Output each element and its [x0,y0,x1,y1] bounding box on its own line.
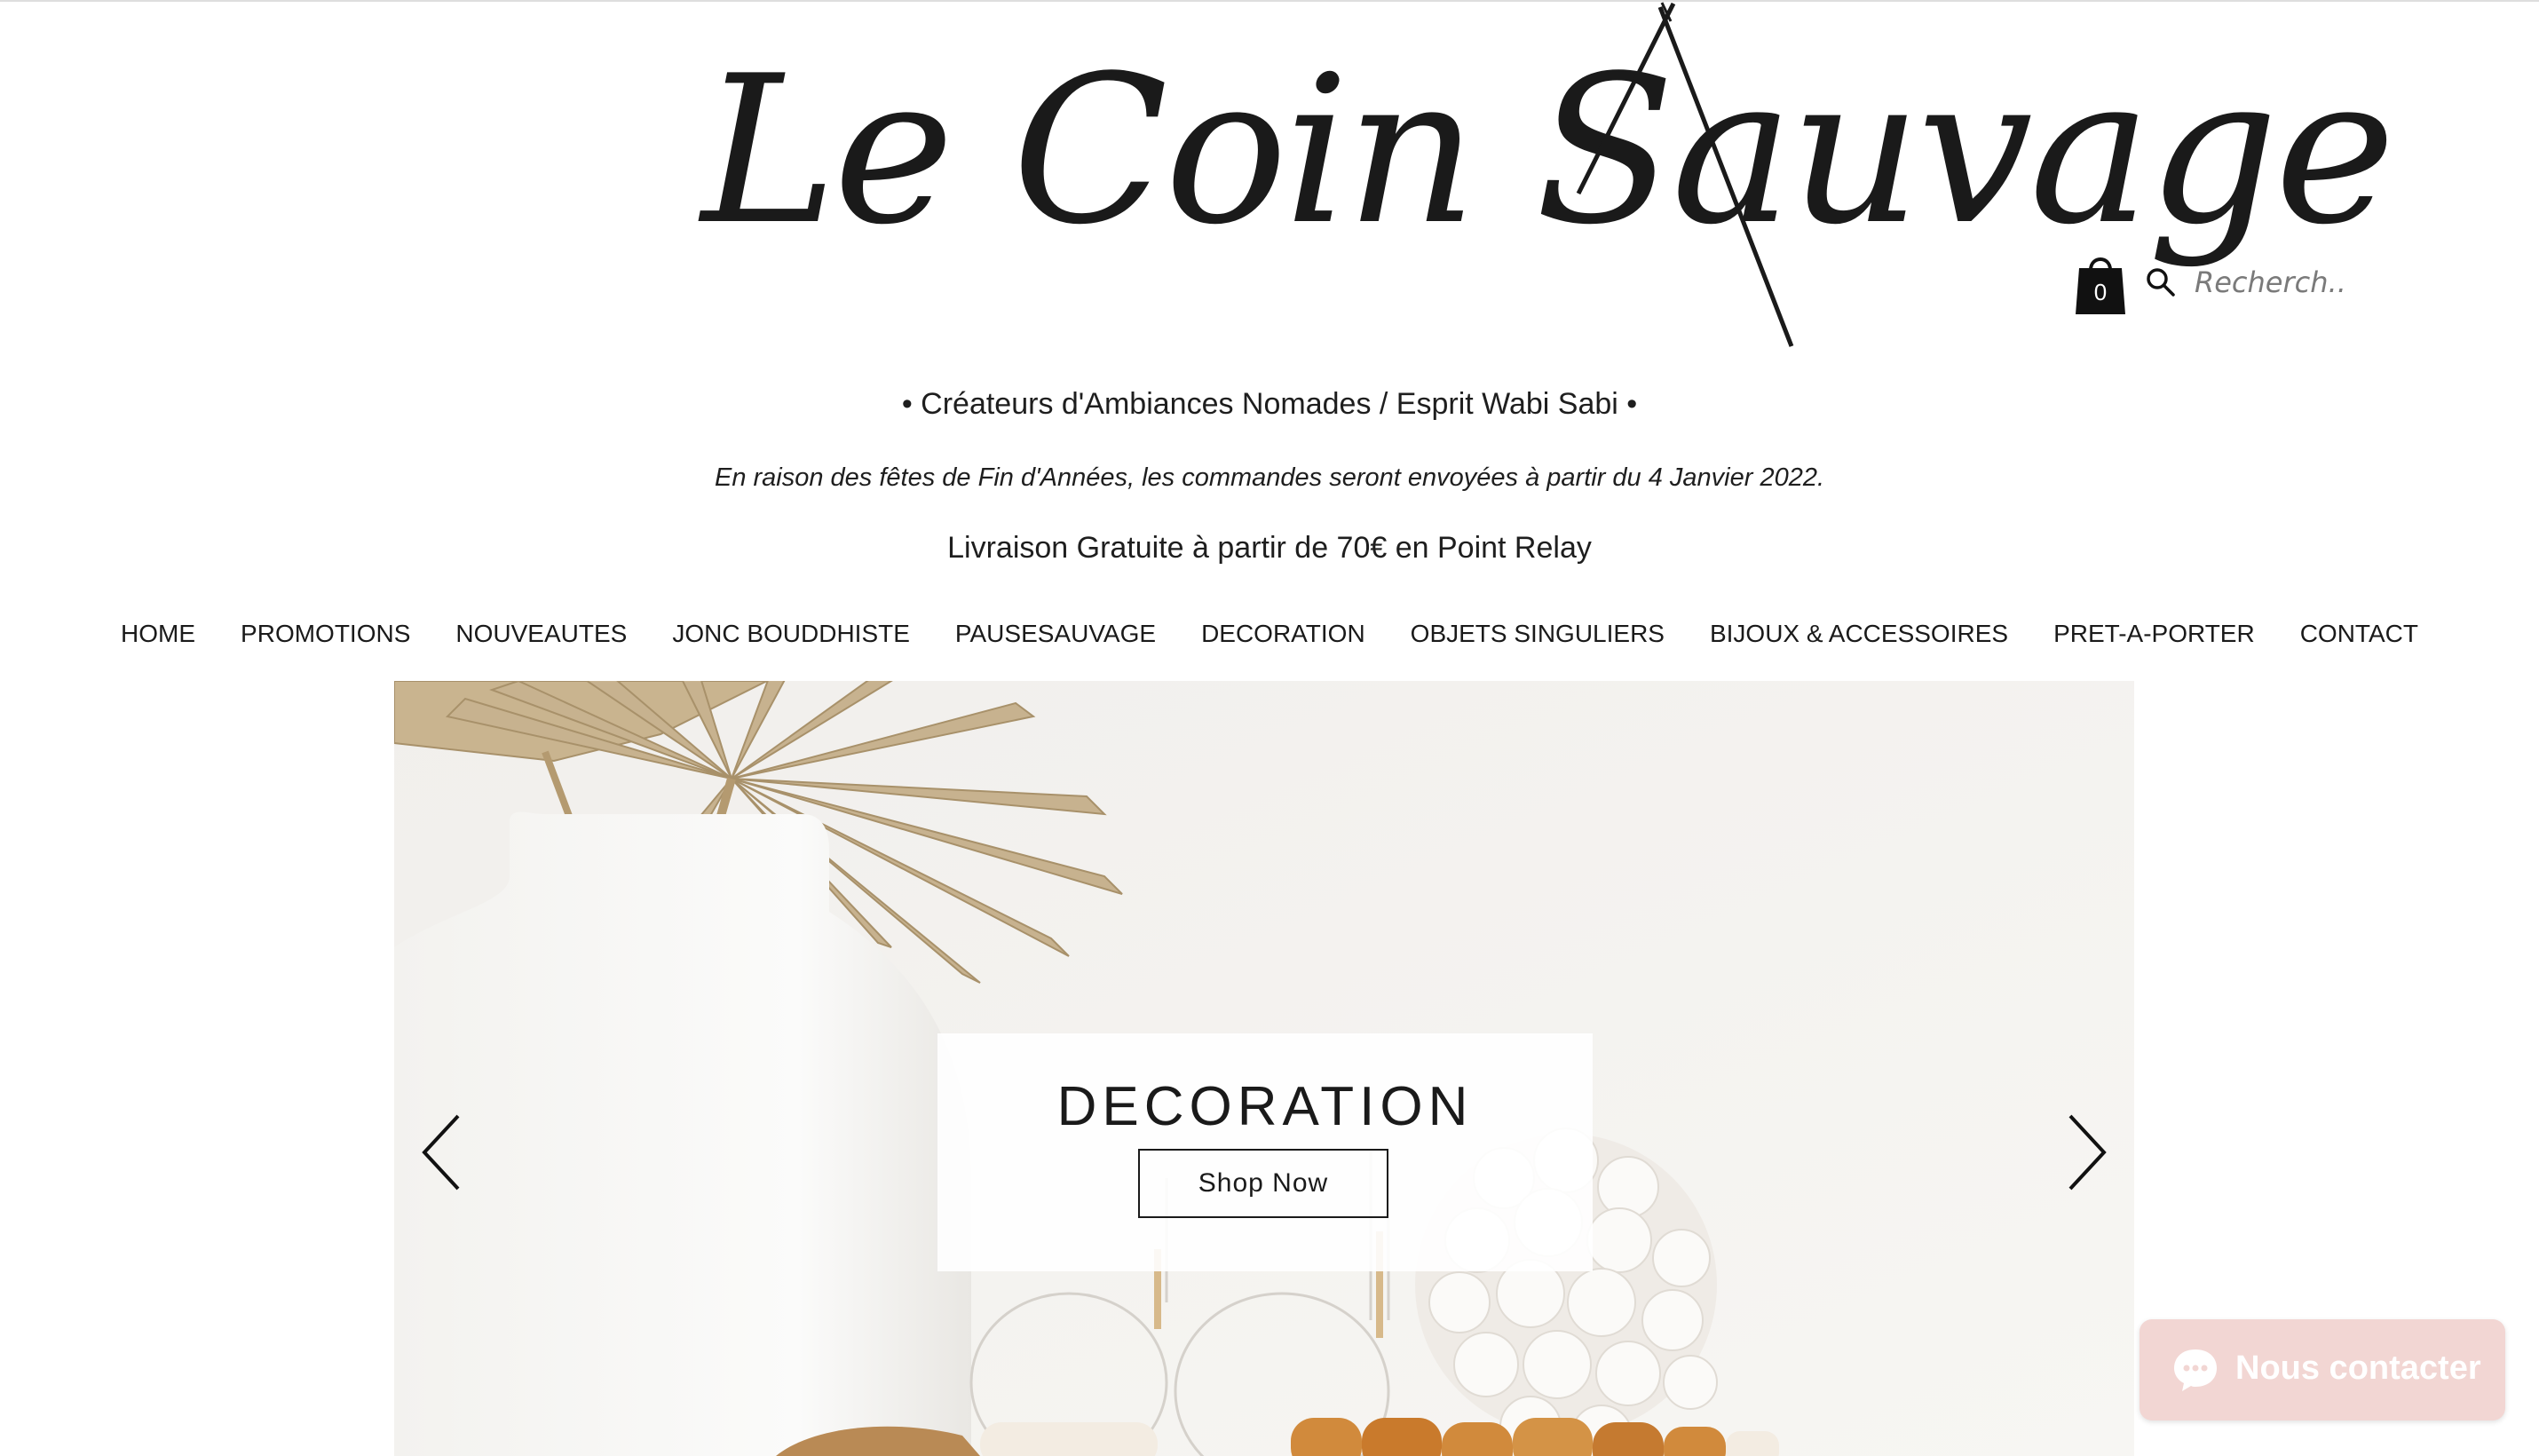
nav-item-pausesauvage[interactable]: PAUSESAUVAGE [955,613,1156,655]
cart-button[interactable]: 0 [2076,250,2125,314]
logo-cross-mark [1576,2,1794,347]
nav-item-decoration[interactable]: DECORATION [1201,613,1365,655]
shop-now-button[interactable]: Shop Now [1138,1149,1388,1218]
shipping-info: Livraison Gratuite à partir de 70€ en Po… [947,531,1592,565]
nav-item-pret-a-porter[interactable]: PRET-A-PORTER [2053,613,2255,655]
main-nav: HOME PROMOTIONS NOUVEAUTES JONC BOUDDHIS… [0,613,2539,655]
hero-title: DECORATION [1056,1076,1474,1137]
tagline: • Créateurs d'Ambiances Nomades / Esprit… [901,387,1638,421]
nav-item-home[interactable]: HOME [121,613,195,655]
nav-item-nouveautes[interactable]: NOUVEAUTES [455,613,627,655]
hero-caption-card: DECORATION Shop Now [937,1033,1593,1271]
nav-item-jonc-bouddhiste[interactable]: JONC BOUDDHISTE [672,613,910,655]
hero-slideshow: DECORATION Shop Now [394,681,2134,1456]
search-icon[interactable] [2145,266,2177,298]
nav-item-bijoux-accessoires[interactable]: BIJOUX & ACCESSOIRES [1710,613,2008,655]
chevron-left-icon[interactable] [417,1112,471,1192]
cart-count: 0 [2093,279,2108,305]
search-input[interactable] [2193,261,2347,304]
nav-item-promotions[interactable]: PROMOTIONS [241,613,410,655]
nav-item-contact[interactable]: CONTACT [2300,613,2418,655]
chat-widget-button[interactable]: Nous contacter [2140,1319,2505,1420]
chat-bubble-icon [2174,1349,2217,1391]
chat-label: Nous contacter [2235,1349,2481,1387]
brand-logo[interactable]: Le Coin Sauvage [675,0,2395,355]
nav-item-objets-singuliers[interactable]: OBJETS SINGULIERS [1411,613,1665,655]
holiday-notice: En raison des fêtes de Fin d'Années, les… [714,463,1825,492]
chevron-right-icon[interactable] [2058,1112,2111,1192]
